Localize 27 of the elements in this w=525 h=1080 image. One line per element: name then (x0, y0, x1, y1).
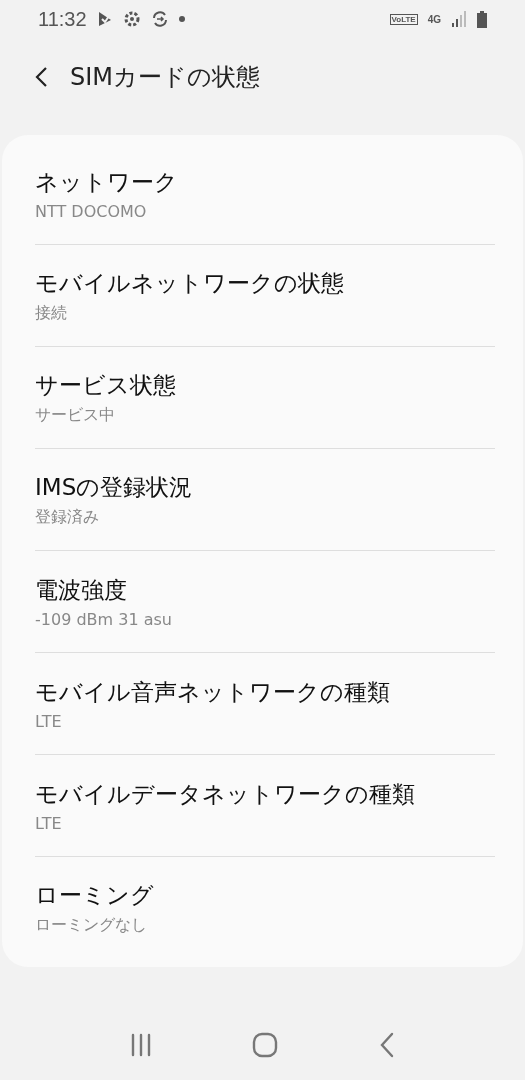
item-title: サービス状態 (35, 370, 177, 400)
item-value: NTT DOCOMO (35, 201, 148, 221)
item-value: 登録済み (35, 506, 100, 528)
status-time: 11:32 (38, 7, 87, 31)
battery-icon (477, 10, 487, 28)
item-title: モバイル音声ネットワークの種類 (35, 677, 391, 707)
item-title: モバイルデータネットワークの種類 (35, 779, 416, 809)
item-value: サービス中 (35, 404, 116, 426)
page-title: SIMカードの状態 (70, 62, 261, 93)
item-title: ローミング (35, 881, 155, 910)
recent-apps-icon[interactable] (130, 1033, 153, 1057)
item-value: -109 dBm 31 asu (35, 609, 173, 629)
network-type: 4G (427, 13, 441, 25)
item-value: LTE (35, 813, 63, 833)
item-title: ネットワーク (35, 167, 179, 197)
volte-indicator: VoLTE (389, 13, 418, 25)
signal-icon (451, 11, 467, 27)
item-value: ローミングなし (35, 915, 148, 936)
dot-icon (178, 16, 185, 22)
item-title: モバイルネットワークの状態 (35, 268, 345, 298)
sync-icon (150, 10, 169, 28)
item-title: IMSの登録状況 (35, 472, 194, 502)
item-value: LTE (35, 711, 63, 731)
item-value: 接続 (35, 302, 68, 324)
home-icon[interactable] (252, 1032, 279, 1058)
item-title: 電波強度 (35, 575, 128, 605)
back-icon[interactable] (34, 66, 48, 88)
